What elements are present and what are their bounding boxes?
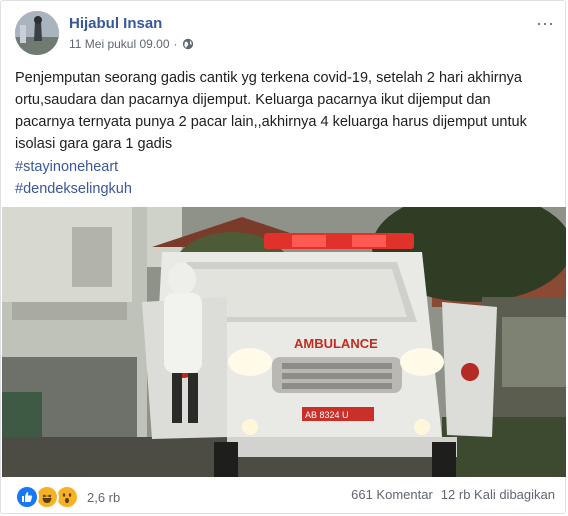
- post-footer: 2,6 rb 661 Komentar 12 rb Kali dibagikan: [15, 485, 555, 509]
- post-header: Hijabul Insan 11 Mei pukul 09.00 · ···: [15, 11, 555, 61]
- author-name[interactable]: Hijabul Insan: [69, 15, 162, 32]
- post-stats: 661 Komentar 12 rb Kali dibagikan: [351, 487, 555, 502]
- post-photo[interactable]: AMBULANCE AB 8324 U: [2, 207, 566, 477]
- hashtag-link[interactable]: #dendekselingkuh: [15, 178, 132, 200]
- comments-count[interactable]: 661 Komentar: [351, 487, 433, 502]
- like-icon: [15, 485, 39, 509]
- shares-count[interactable]: 12 rb Kali dibagikan: [441, 487, 555, 502]
- author-avatar[interactable]: [15, 11, 59, 55]
- ambulance-photo: AMBULANCE AB 8324 U: [2, 207, 566, 477]
- ambulance-label: AMBULANCE: [294, 336, 378, 351]
- post-meta: 11 Mei pukul 09.00 ·: [69, 37, 194, 51]
- license-plate: AB 8324 U: [305, 410, 349, 420]
- reactions-summary[interactable]: 2,6 rb: [15, 485, 120, 509]
- globe-icon[interactable]: [182, 38, 194, 50]
- more-horizontal-icon[interactable]: ···: [535, 13, 555, 33]
- post-text: Penjemputan seorang gadis cantik yg terk…: [15, 70, 527, 152]
- hashtags: #stayinoneheart #dendekselingkuh: [15, 156, 132, 200]
- hashtag-link[interactable]: #stayinoneheart: [15, 156, 132, 178]
- post-card: Hijabul Insan 11 Mei pukul 09.00 · ··· P…: [0, 0, 566, 514]
- separator-dot: ·: [173, 37, 178, 51]
- reaction-count[interactable]: 2,6 rb: [87, 490, 120, 505]
- post-timestamp[interactable]: 11 Mei pukul 09.00: [69, 37, 170, 51]
